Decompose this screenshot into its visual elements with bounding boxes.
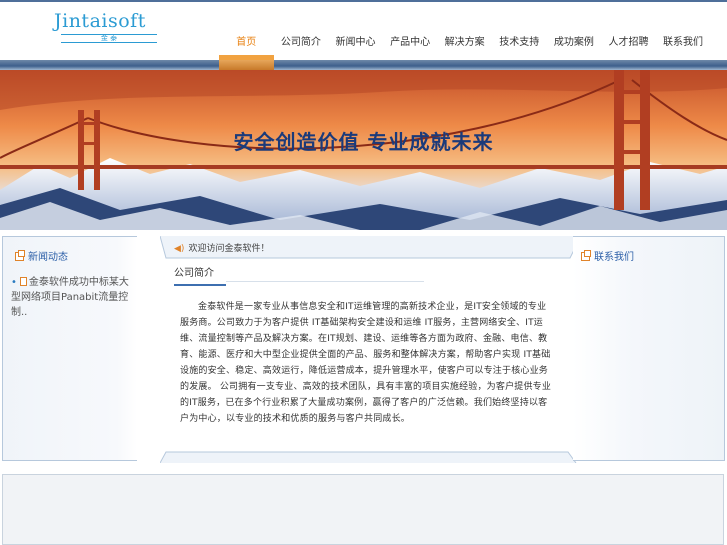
about-panel: ◀) 欢迎访问金泰软件！ 公司简介 金泰软件是一家专业从事信息安全和IT运维管理的…	[160, 236, 580, 463]
nav-item-home[interactable]: 首页	[219, 32, 274, 60]
nav-item-cases[interactable]: 成功案例	[547, 32, 602, 60]
nav-bar	[0, 60, 727, 70]
main-nav: 首页 公司简介 新闻中心 产品中心 解决方案 技术支持 成功案例 人才招聘 联系…	[219, 32, 710, 60]
contact-panel: 联系我们	[573, 236, 725, 461]
logo-subtitle: 金 泰	[61, 34, 157, 43]
about-text: 金泰软件是一家专业从事信息安全和IT运维管理的高新技术企业，是IT安全领域的专业…	[180, 302, 552, 424]
news-item-text[interactable]: 金泰软件成功中标某大型网络项目Panabit流量控制..	[11, 277, 129, 318]
nav-item-support[interactable]: 技术支持	[492, 32, 547, 60]
header: Jintaisoft 金 泰 首页 公司简介 新闻中心 产品中心 解决方案 技术…	[0, 2, 727, 60]
news-list: • 金泰软件成功中标某大型网络项目Panabit流量控制..	[11, 275, 133, 320]
nav-item-about[interactable]: 公司简介	[274, 32, 329, 60]
nav-item-careers[interactable]: 人才招聘	[601, 32, 656, 60]
nav-active-indicator	[219, 60, 274, 70]
news-item[interactable]: • 金泰软件成功中标某大型网络项目Panabit流量控制..	[11, 275, 133, 320]
news-panel: 新闻动态 • 金泰软件成功中标某大型网络项目Panabit流量控制..	[2, 236, 137, 461]
window-icon	[15, 250, 25, 261]
nav-item-contact[interactable]: 联系我们	[656, 32, 711, 60]
section-title: 公司简介	[174, 264, 226, 286]
banner-slogan: 安全创造价值 专业成就未来	[233, 130, 494, 154]
logo-wordmark: Jintaisoft	[54, 10, 146, 32]
nav-item-news[interactable]: 新闻中心	[328, 32, 383, 60]
contact-panel-title: 联系我们	[581, 250, 634, 265]
window-icon	[581, 250, 591, 261]
section-divider	[226, 281, 424, 282]
news-panel-title: 新闻动态	[15, 250, 68, 265]
document-icon	[19, 277, 27, 286]
speaker-icon: ◀)	[174, 244, 185, 254]
footer	[2, 474, 724, 545]
nav-item-products[interactable]: 产品中心	[383, 32, 438, 60]
welcome-header: ◀) 欢迎访问金泰软件！	[174, 243, 269, 255]
bullet-icon: •	[11, 277, 17, 288]
logo[interactable]: Jintaisoft 金 泰	[54, 10, 164, 44]
news-panel-title-text: 新闻动态	[28, 252, 68, 263]
nav-item-solutions[interactable]: 解决方案	[437, 32, 492, 60]
contact-panel-title-text: 联系我们	[594, 252, 634, 263]
welcome-text: 欢迎访问金泰软件！	[188, 244, 270, 254]
main-content: 新闻动态 • 金泰软件成功中标某大型网络项目Panabit流量控制.. ◀) 欢迎访…	[0, 233, 727, 463]
banner: 安全创造价值 专业成就未来	[0, 70, 727, 230]
